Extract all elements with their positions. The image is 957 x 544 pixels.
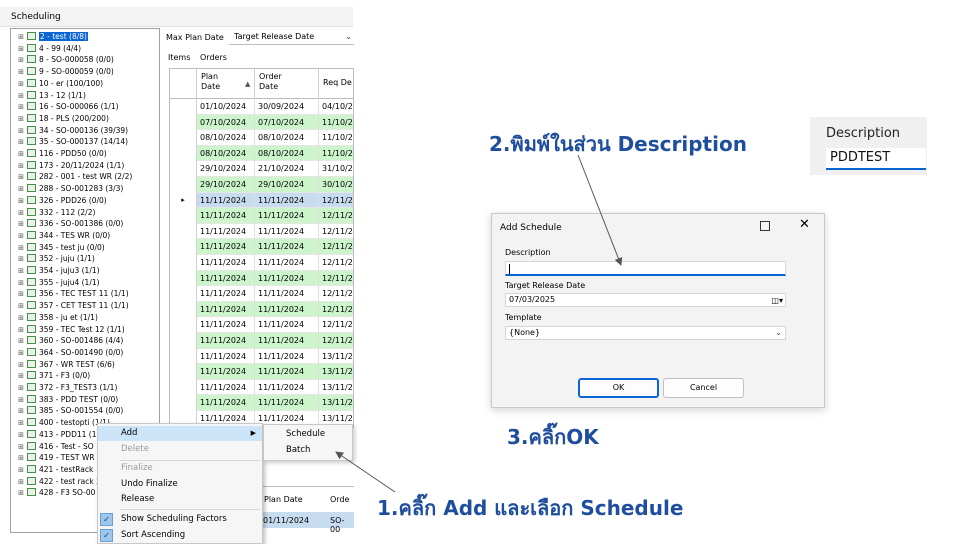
arrow-step-1 <box>335 451 396 493</box>
arrow-step-2 <box>577 154 623 266</box>
annotation-arrows <box>335 154 623 493</box>
